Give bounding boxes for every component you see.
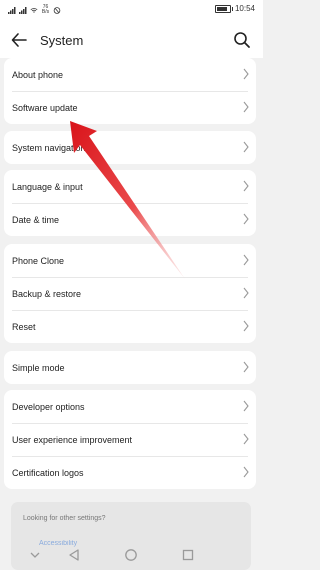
setting-software-update[interactable]: Software update: [4, 91, 256, 124]
chevron-right-icon: [243, 320, 249, 332]
setting-label: Software update: [12, 103, 78, 113]
search-icon[interactable]: [233, 31, 251, 49]
chevron-right-icon: [243, 361, 249, 373]
chevron-right-icon: [243, 433, 249, 445]
setting-label: Reset: [12, 322, 36, 332]
chevron-right-icon: [243, 68, 249, 80]
recents-square-icon[interactable]: [181, 548, 195, 562]
chevron-right-icon: [243, 141, 249, 153]
title-bar: System: [0, 22, 263, 58]
settings-group-3: Language & input Date & time: [4, 170, 256, 236]
setting-label: Language & input: [12, 182, 83, 192]
setting-reset[interactable]: Reset: [4, 310, 256, 343]
setting-system-navigation[interactable]: System navigation: [4, 131, 256, 164]
home-circle-icon[interactable]: [124, 548, 138, 562]
battery-icon: [214, 4, 233, 13]
setting-label: Phone Clone: [12, 256, 65, 266]
chevron-down-icon[interactable]: [28, 548, 42, 562]
back-arrow-icon[interactable]: [10, 31, 28, 49]
setting-label: About phone: [12, 70, 64, 80]
page-title: System: [40, 33, 84, 48]
suggestion-question: Looking for other settings?: [23, 515, 106, 522]
clock: 10:54: [234, 4, 255, 13]
signal-icon-2: [19, 6, 27, 14]
chevron-right-icon: [243, 180, 249, 192]
status-bar: 76 B/s 10:54: [0, 0, 263, 22]
setting-certification-logos[interactable]: Certification logos: [4, 456, 256, 489]
chevron-right-icon: [243, 213, 249, 225]
setting-developer-options[interactable]: Developer options: [4, 390, 256, 423]
setting-phone-clone[interactable]: Phone Clone: [4, 244, 256, 277]
setting-about-phone[interactable]: About phone: [4, 58, 256, 91]
settings-group-5: Simple mode: [4, 351, 256, 384]
status-right: 10:54: [214, 4, 255, 13]
setting-label: Developer options: [12, 402, 85, 412]
setting-label: System navigation: [12, 143, 86, 153]
setting-date-time[interactable]: Date & time: [4, 203, 256, 236]
system-navigation-bar: [0, 540, 263, 570]
chevron-right-icon: [243, 101, 249, 113]
setting-simple-mode[interactable]: Simple mode: [4, 351, 256, 384]
settings-group-6: Developer options User experience improv…: [4, 390, 256, 489]
settings-group-2: System navigation: [4, 131, 256, 164]
status-left: 76 B/s: [8, 5, 61, 15]
settings-group-1: About phone Software update: [4, 58, 256, 124]
signal-icon: [8, 6, 16, 14]
setting-label: Backup & restore: [12, 289, 82, 299]
settings-group-4: Phone Clone Backup & restore Reset: [4, 244, 256, 343]
chevron-right-icon: [243, 400, 249, 412]
setting-label: Simple mode: [12, 363, 65, 373]
notification-icon: [53, 6, 61, 14]
wifi-icon: [30, 7, 38, 13]
setting-label: User experience improvement: [12, 435, 133, 445]
setting-backup-restore[interactable]: Backup & restore: [4, 277, 256, 310]
network-speed-unit: B/s: [41, 9, 50, 15]
setting-label: Certification logos: [12, 468, 84, 478]
setting-label: Date & time: [12, 215, 60, 225]
setting-user-experience-improvement[interactable]: User experience improvement: [4, 423, 256, 456]
back-triangle-icon[interactable]: [67, 548, 81, 562]
chevron-right-icon: [243, 254, 249, 266]
setting-language-input[interactable]: Language & input: [4, 170, 256, 203]
network-speed: 76 B/s: [41, 5, 50, 15]
chevron-right-icon: [243, 287, 249, 299]
chevron-right-icon: [243, 466, 249, 478]
